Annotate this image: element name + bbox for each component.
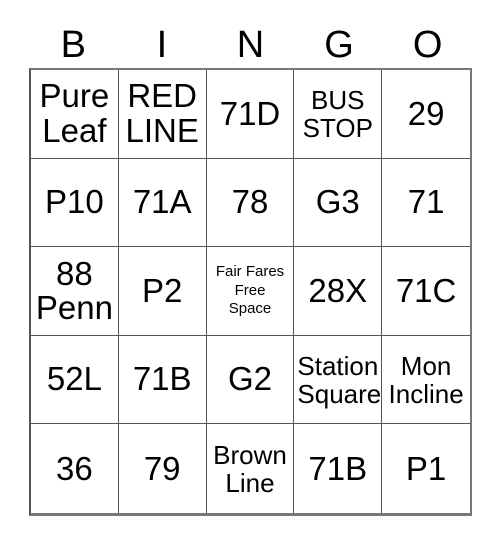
bingo-cell[interactable]: P10 — [31, 158, 119, 248]
bingo-cell[interactable]: 71 — [382, 158, 470, 248]
bingo-cell-text: 71C — [395, 271, 457, 309]
bingo-cell[interactable]: 71B — [294, 424, 383, 513]
bingo-cell-text: 71D — [219, 94, 281, 132]
bingo-cell-text: 71B — [132, 360, 192, 398]
bingo-header-letter-g: G — [295, 22, 384, 68]
bingo-cell-text: 71A — [132, 183, 192, 221]
bingo-cell[interactable]: Mon Incline — [382, 335, 470, 425]
bingo-cell-text: G3 — [315, 183, 360, 221]
bingo-cell-text: BUS STOP — [302, 84, 373, 143]
bingo-cell-text: G2 — [227, 360, 272, 398]
bingo-cell[interactable]: P2 — [118, 247, 207, 336]
bingo-grid: Pure Leaf RED LINE 71D BUS STOP 29 P10 7… — [29, 68, 472, 516]
bingo-cell-text: 52L — [46, 360, 102, 398]
bingo-cell-text: P2 — [142, 271, 183, 309]
bingo-cell[interactable]: 71A — [118, 158, 207, 248]
bingo-header-letter-i: I — [118, 22, 207, 68]
bingo-cell[interactable]: Station Square — [294, 335, 383, 425]
bingo-cell[interactable]: G3 — [294, 158, 383, 248]
bingo-cell-text: 28X — [308, 271, 368, 309]
bingo-cell[interactable]: 36 — [31, 424, 119, 513]
bingo-cell-text: 29 — [407, 94, 445, 132]
header-letter-text: N — [236, 24, 265, 66]
bingo-header-letter-o: O — [383, 22, 472, 68]
bingo-cell[interactable]: 28X — [294, 247, 383, 336]
bingo-cell[interactable]: 78 — [206, 158, 295, 248]
bingo-cell[interactable]: P1 — [382, 424, 470, 513]
bingo-cell[interactable]: 29 — [382, 70, 470, 159]
bingo-header-row: B I N G O — [29, 22, 472, 68]
bingo-cell[interactable]: RED LINE — [118, 70, 207, 159]
header-letter-text: O — [412, 24, 443, 66]
bingo-cell[interactable]: 52L — [31, 335, 119, 425]
bingo-cell[interactable]: BUS STOP — [294, 70, 383, 159]
bingo-cell[interactable]: 71C — [382, 247, 470, 336]
bingo-cell[interactable]: 71D — [206, 70, 295, 159]
bingo-header-letter-b: B — [29, 22, 118, 68]
bingo-cell-text: 71B — [308, 449, 368, 487]
bingo-card: B I N G O Pure Leaf RED LINE 71D BUS STO… — [0, 0, 500, 544]
bingo-cell-text: Mon Incline — [388, 350, 464, 409]
bingo-cell[interactable]: Pure Leaf — [31, 70, 119, 159]
bingo-cell[interactable]: 71B — [118, 335, 207, 425]
bingo-cell-text: Station Square — [297, 350, 382, 409]
bingo-cell-text: 88 Penn — [35, 254, 113, 326]
header-letter-text: G — [324, 24, 354, 66]
bingo-header-letter-n: N — [206, 22, 295, 68]
bingo-cell-text: P10 — [45, 183, 104, 221]
header-letter-text: I — [156, 24, 168, 66]
bingo-cell-text: Brown Line — [213, 439, 287, 498]
header-letter-text: B — [60, 24, 86, 66]
bingo-cell-text: 79 — [143, 449, 181, 487]
bingo-cell[interactable]: 79 — [118, 424, 207, 513]
bingo-cell-text: 78 — [231, 183, 269, 221]
bingo-cell-text: Pure Leaf — [39, 77, 110, 149]
bingo-cell-text: RED LINE — [125, 77, 199, 149]
bingo-cell[interactable]: Brown Line — [206, 424, 295, 513]
bingo-cell-text: 36 — [56, 449, 93, 487]
bingo-cell[interactable]: G2 — [206, 335, 295, 425]
bingo-cell-text: Fair Fares Free Space — [215, 262, 285, 318]
bingo-cell-text: 71 — [407, 183, 445, 221]
bingo-cell-text: P1 — [405, 449, 447, 487]
bingo-cell[interactable]: 88 Penn — [31, 247, 119, 336]
bingo-cell-free-space[interactable]: Fair Fares Free Space — [206, 247, 295, 336]
